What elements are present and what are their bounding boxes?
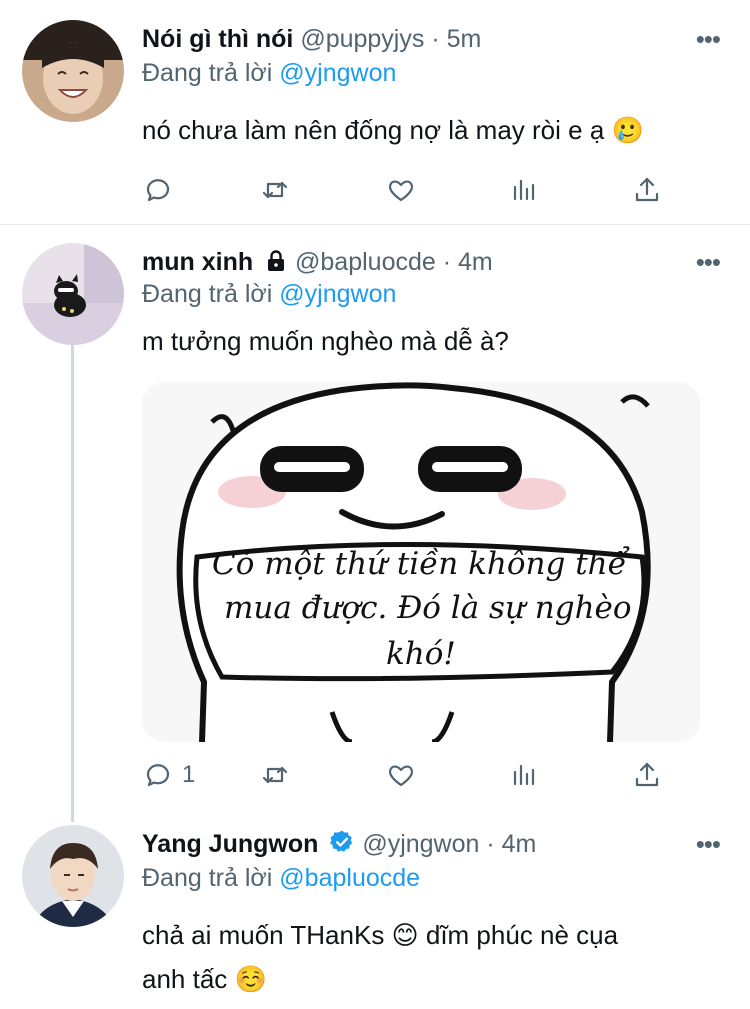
reply-icon — [146, 179, 170, 202]
tweet-text: m tưởng muốn nghèo mà dễ à? — [142, 326, 509, 356]
lock-icon — [268, 250, 285, 271]
tweet-text: nó chưa làm nên đống nợ là may ròi e ạ 🥲 — [142, 115, 644, 145]
retweet-icon — [262, 181, 288, 199]
timestamp[interactable]: 4m — [458, 248, 493, 276]
analytics-icon — [513, 764, 535, 786]
meme-image: Có một thứ tiền không thể mua được. Đó l… — [142, 382, 700, 742]
action-bar — [142, 170, 682, 210]
share-button[interactable] — [632, 170, 662, 210]
tweet-text-line1: chả ai muốn THanKs 😊 dĩm phúc nè cụa — [142, 920, 619, 950]
share-icon — [635, 177, 659, 202]
avatar[interactable] — [22, 20, 124, 122]
analytics-button[interactable] — [509, 755, 539, 795]
heart-icon — [389, 765, 413, 787]
tweet-header: Yang Jungwon @yjngwon · 4m — [142, 829, 536, 859]
reply-context: Đang trả lời @bapluocde — [142, 863, 420, 893]
reply-count: 1 — [182, 761, 196, 788]
display-name[interactable]: mun xinh — [142, 248, 253, 276]
reply-prefix: Đang trả lời — [142, 59, 273, 87]
meme-text-line1: Có một thứ tiền không thể — [212, 545, 630, 582]
reply-context: Đang trả lời @yjngwon — [142, 279, 396, 309]
more-icon[interactable]: ••• — [696, 829, 721, 860]
handle[interactable]: @bapluocde — [295, 248, 436, 276]
separator-dot: · — [486, 830, 495, 858]
display-name[interactable]: Yang Jungwon — [142, 830, 318, 858]
share-button[interactable] — [632, 755, 662, 795]
meme-text-line2: mua được. Đó là sự nghèo — [224, 590, 632, 626]
tweet-text: chả ai muốn THanKs 😊 dĩm phúc nè cụa anh… — [142, 913, 722, 1001]
verified-badge-icon — [330, 830, 353, 852]
tweet-header: mun xinh @bapluocde · 4m — [142, 247, 493, 277]
like-button[interactable] — [386, 755, 416, 795]
reply-mention-link[interactable]: @yjngwon — [279, 59, 396, 87]
meme-text-line3: khó! — [386, 636, 456, 672]
more-icon[interactable]: ••• — [696, 24, 721, 55]
retweet-button[interactable] — [260, 755, 290, 795]
display-name[interactable]: Nói gì thì nói — [142, 25, 293, 53]
tweet-header: Nói gì thì nói @puppyjys · 5m — [142, 24, 481, 54]
retweet-icon — [262, 766, 288, 784]
separator-dot: · — [442, 248, 452, 276]
tweet-1[interactable]: Nói gì thì nói @puppyjys · 5m ••• Đang t… — [0, 0, 750, 224]
reply-prefix: Đang trả lời — [142, 280, 273, 308]
reply-button[interactable]: 1 — [142, 755, 195, 795]
reply-mention-link[interactable]: @bapluocde — [279, 864, 420, 892]
avatar[interactable] — [22, 825, 124, 927]
tweet-image[interactable]: Có một thứ tiền không thể mua được. Đó l… — [142, 382, 700, 742]
avatar[interactable] — [22, 243, 124, 345]
reply-context: Đang trả lời @yjngwon — [142, 58, 396, 88]
retweet-button[interactable] — [260, 170, 290, 210]
analytics-icon — [513, 179, 535, 201]
action-bar: 1 — [142, 755, 682, 795]
separator-dot: · — [431, 25, 440, 53]
reply-icon — [146, 764, 170, 787]
share-icon — [635, 762, 659, 787]
analytics-button[interactable] — [509, 170, 539, 210]
tweet-text-line2: anh tấc ☺️ — [142, 964, 267, 994]
tweet-3[interactable]: Yang Jungwon @yjngwon · 4m ••• Đang trả … — [0, 805, 750, 1009]
heart-icon — [389, 180, 413, 202]
more-icon[interactable]: ••• — [696, 247, 721, 278]
handle[interactable]: @yjngwon — [362, 830, 479, 858]
handle[interactable]: @puppyjys — [300, 25, 424, 53]
like-button[interactable] — [386, 170, 416, 210]
timestamp[interactable]: 4m — [502, 830, 537, 858]
reply-mention-link[interactable]: @yjngwon — [279, 280, 396, 308]
reply-prefix: Đang trả lời — [142, 864, 273, 892]
timestamp[interactable]: 5m — [447, 25, 482, 53]
reply-button[interactable] — [142, 170, 172, 210]
